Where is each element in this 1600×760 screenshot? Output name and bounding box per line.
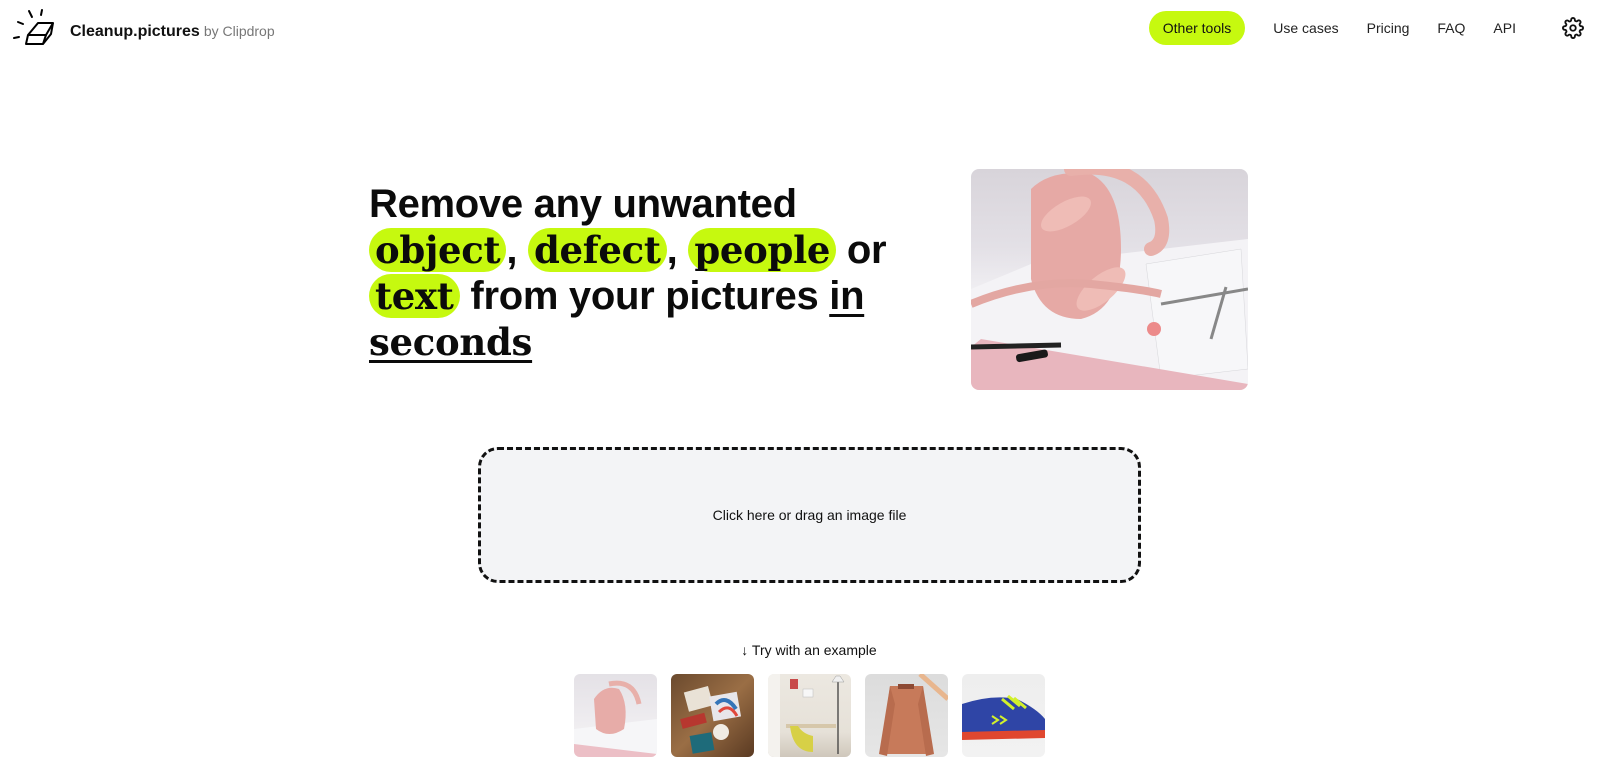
highlight-people: people (688, 228, 837, 272)
brand-name: Cleanup.pictures (70, 23, 200, 40)
header: Cleanup.pictures by Clipdrop Other tools … (0, 0, 1600, 64)
comma: , (666, 228, 678, 272)
handbag-thumb (574, 680, 657, 757)
top-nav: Other tools Use cases Pricing FAQ API (1148, 10, 1600, 46)
jacket-thumb (879, 674, 948, 756)
upload-dropzone[interactable]: Click here or drag an image file (478, 447, 1141, 583)
highlight-text: text (369, 274, 460, 318)
nav-api[interactable]: API (1493, 20, 1516, 36)
example-handbag[interactable] (574, 674, 657, 757)
nav-pricing[interactable]: Pricing (1367, 20, 1410, 36)
hero-in: in (829, 274, 865, 318)
comma: , (506, 228, 518, 272)
logo[interactable] (6, 8, 56, 48)
hero: Remove any unwanted object, defect, peop… (369, 181, 929, 365)
example-desk[interactable] (671, 674, 754, 757)
highlight-object: object (369, 228, 507, 272)
hero-image (971, 169, 1248, 390)
nav-faq[interactable]: FAQ (1437, 20, 1465, 36)
sneaker-thumb (962, 694, 1045, 740)
eraser-icon (13, 9, 54, 45)
room-thumb (768, 674, 845, 757)
hero-mid: from your pictures (470, 274, 819, 318)
highlight-defect: defect (527, 228, 667, 272)
brand-sub: by Clipdrop (203, 23, 275, 39)
desk-thumb (680, 685, 742, 754)
example-jacket[interactable] (865, 674, 948, 757)
brand[interactable]: Cleanup.pictures by Clipdrop (70, 23, 275, 41)
handbag-illustration (971, 169, 1248, 390)
hero-title: Remove any unwanted object, defect, peop… (369, 181, 929, 365)
example-images (574, 674, 1045, 757)
example-sneaker[interactable] (962, 674, 1045, 757)
try-example-label: ↓ Try with an example (741, 642, 877, 658)
hero-line1: Remove any unwanted (369, 182, 797, 226)
hero-seconds: seconds (369, 320, 533, 364)
example-room[interactable] (768, 674, 851, 757)
hero-or: or (846, 228, 887, 272)
gear-icon[interactable] (1562, 17, 1584, 39)
nav-other-tools[interactable]: Other tools (1148, 11, 1246, 45)
upload-label: Click here or drag an image file (712, 507, 907, 523)
nav-use-cases[interactable]: Use cases (1273, 20, 1338, 36)
